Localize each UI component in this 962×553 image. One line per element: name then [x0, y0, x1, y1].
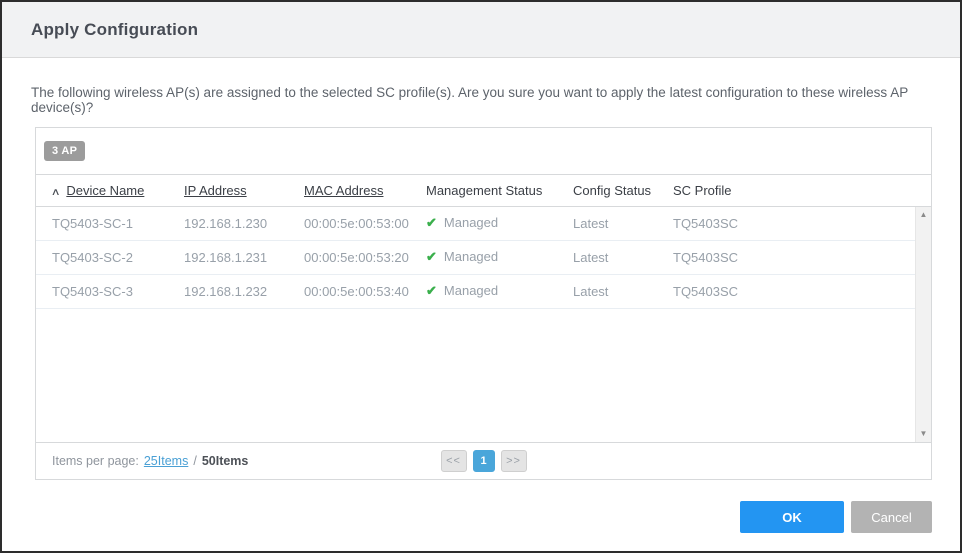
items-per-page-separator: / — [193, 454, 197, 469]
cell-mac-address: 00:00:5e:00:53:20 — [304, 249, 409, 265]
items-per-page: Items per page: 25Items / 50Items — [36, 454, 248, 468]
dialog-description: The following wireless AP(s) are assigne… — [31, 85, 908, 115]
table-row[interactable]: TQ5403-SC-1 192.168.1.230 00:00:5e:00:53… — [36, 207, 915, 241]
cell-ip-address: 192.168.1.232 — [184, 283, 268, 299]
cell-device-name: TQ5403-SC-3 — [52, 283, 133, 299]
dialog-header: Apply Configuration — [2, 2, 960, 58]
column-header-device-name[interactable]: ∧ Device Name — [36, 183, 184, 198]
cell-device-name: TQ5403-SC-2 — [52, 249, 133, 265]
table-row[interactable]: TQ5403-SC-3 192.168.1.232 00:00:5e:00:53… — [36, 275, 915, 309]
vertical-scrollbar[interactable]: ▲ ▼ — [915, 206, 931, 443]
cell-config-status: Latest — [573, 249, 609, 265]
cell-ip-address: 192.168.1.230 — [184, 215, 268, 231]
items-per-page-label: Items per page: — [52, 454, 139, 469]
items-per-page-25-link[interactable]: 25Items — [144, 454, 188, 468]
cell-management-status: ✔ Managed — [426, 249, 499, 265]
check-icon: ✔ — [426, 283, 437, 299]
column-header-mac-address[interactable]: MAC Address — [304, 183, 426, 198]
pagination-bar: Items per page: 25Items / 50Items << 1 >… — [36, 442, 931, 479]
cell-ip-address: 192.168.1.231 — [184, 249, 268, 265]
dialog-footer: OK Cancel — [2, 501, 960, 533]
cell-config-status: Latest — [573, 283, 609, 299]
cell-sc-profile: TQ5403SC — [673, 215, 739, 231]
cell-sc-profile: TQ5403SC — [673, 283, 739, 299]
page-1-button[interactable]: 1 — [472, 450, 495, 473]
check-icon: ✔ — [426, 249, 437, 265]
scroll-down-icon[interactable]: ▼ — [916, 426, 931, 442]
table-rows: TQ5403-SC-1 192.168.1.230 00:00:5e:00:53… — [36, 207, 915, 309]
cell-management-status: ✔ Managed — [426, 283, 499, 299]
check-icon: ✔ — [426, 215, 437, 231]
cell-mac-address: 00:00:5e:00:53:00 — [304, 215, 409, 231]
scroll-up-icon[interactable]: ▲ — [916, 207, 931, 223]
column-header-config-status: Config Status — [573, 182, 652, 198]
page-controls: << 1 >> — [440, 450, 527, 473]
column-header-management-status: Management Status — [426, 182, 543, 198]
ap-table: 3 AP ∧ Device Name IP Address MAC Address… — [35, 127, 932, 480]
cancel-button[interactable]: Cancel — [851, 501, 932, 533]
cell-mac-address: 00:00:5e:00:53:40 — [304, 283, 409, 299]
dialog-title: Apply Configuration — [31, 19, 199, 39]
prev-page-button[interactable]: << — [440, 450, 467, 473]
next-page-button[interactable]: >> — [500, 450, 527, 473]
apply-configuration-dialog: Apply Configuration The following wirele… — [0, 0, 962, 553]
table-toolbar: 3 AP — [36, 128, 931, 175]
ap-count-badge: 3 AP — [44, 140, 86, 161]
ok-button[interactable]: OK — [740, 501, 844, 533]
items-per-page-50-label: 50Items — [201, 454, 249, 469]
sort-ascending-icon: ∧ — [50, 186, 61, 198]
table-row[interactable]: TQ5403-SC-2 192.168.1.231 00:00:5e:00:53… — [36, 241, 915, 275]
table-scroll-area: TQ5403-SC-1 192.168.1.230 00:00:5e:00:53… — [36, 206, 931, 443]
table-header-row: ∧ Device Name IP Address MAC Address Mana… — [36, 175, 931, 207]
cell-sc-profile: TQ5403SC — [673, 249, 739, 265]
column-header-sc-profile: SC Profile — [673, 182, 732, 198]
column-header-ip-address[interactable]: IP Address — [184, 183, 304, 198]
cell-management-status: ✔ Managed — [426, 215, 499, 231]
cell-config-status: Latest — [573, 215, 609, 231]
cell-device-name: TQ5403-SC-1 — [52, 215, 133, 231]
